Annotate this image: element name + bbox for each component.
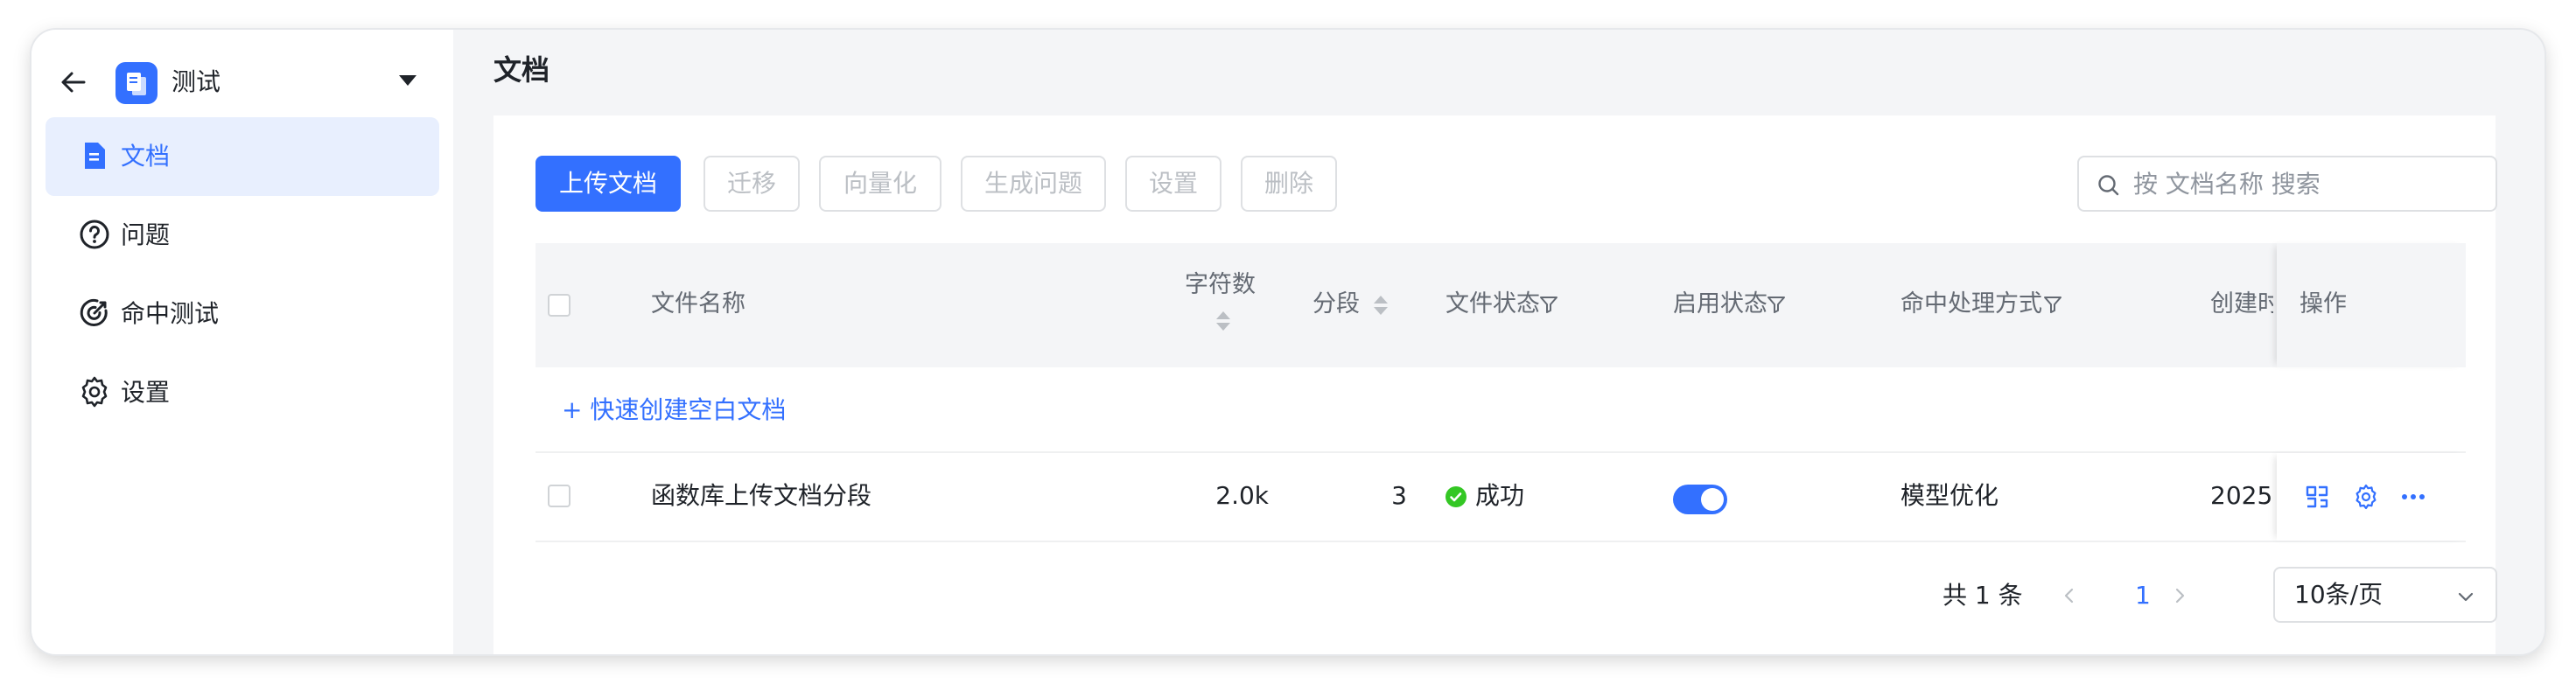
upload-document-button[interactable]: 上传文档 <box>536 156 681 212</box>
table-row: 函数库上传文档分段 2.0k 3 成功 模型优化 2025- <box>536 453 2466 542</box>
column-header-file-status: 文件状态 <box>1446 290 1540 318</box>
vectorize-button[interactable]: 向量化 <box>819 156 942 212</box>
search-icon <box>2098 175 2119 196</box>
column-header-hit-mode: 命中处理方式 <box>1900 290 2042 318</box>
filter-icon[interactable] <box>1766 294 1787 315</box>
enable-toggle[interactable] <box>1673 485 1727 514</box>
main-content: 文档 上传文档 迁移 向量化 生成问题 设置 删除 文件名 <box>453 30 2544 654</box>
sidebar-item-label: 设置 <box>121 378 171 407</box>
file-status-label: 成功 <box>1475 481 1525 510</box>
settings-button[interactable]: 设置 <box>1125 156 1222 212</box>
column-header-chars[interactable]: 字符数 <box>1185 269 1256 301</box>
doc-logo-icon <box>127 73 146 95</box>
search-input[interactable] <box>2133 164 2483 203</box>
delete-button[interactable]: 删除 <box>1241 156 1337 212</box>
ops-column-header: 操作 <box>2277 243 2466 367</box>
page-size-select[interactable]: 10条/页 <box>2273 567 2497 623</box>
hit-mode-value: 模型优化 <box>1900 481 1999 510</box>
chevron-right-icon[interactable] <box>2170 586 2189 605</box>
migrate-button[interactable]: 迁移 <box>704 156 800 212</box>
hit-test-icon <box>80 299 108 326</box>
app-window: 测试 文档 问题 命中测试 设置 文档 上传文档 迁移 向量化 生成问题 设置 … <box>32 30 2544 654</box>
back-arrow-icon[interactable] <box>56 65 91 100</box>
ops-cell <box>2277 453 2466 541</box>
filter-icon[interactable] <box>2042 294 2063 315</box>
char-count: 2.0k <box>1215 481 1269 510</box>
row-checkbox[interactable] <box>548 485 570 507</box>
pagination-total: 共 1 条 <box>1942 581 2023 610</box>
sidebar-item-documents[interactable]: 文档 <box>46 117 439 196</box>
document-name[interactable]: 函数库上传文档分段 <box>651 479 872 513</box>
sidebar-item-questions[interactable]: 问题 <box>46 196 439 275</box>
sidebar-item-hit-test[interactable]: 命中测试 <box>46 275 439 353</box>
sidebar-item-label: 问题 <box>121 220 171 249</box>
sort-asc-icon[interactable] <box>1374 296 1388 304</box>
caret-down-icon[interactable] <box>399 75 416 86</box>
gear-icon[interactable] <box>2352 483 2380 511</box>
select-all-checkbox[interactable] <box>548 294 570 317</box>
gear-icon <box>81 376 108 408</box>
question-icon <box>80 220 109 249</box>
sidebar-nav: 文档 问题 命中测试 设置 <box>46 117 439 432</box>
quick-create-row: + 快速创建空白文档 <box>536 367 2466 453</box>
column-header-name: 文件名称 <box>651 290 746 318</box>
segment-count: 3 <box>1391 481 1407 510</box>
knowledge-base-header: 测试 <box>32 45 453 117</box>
knowledge-base-name: 测试 <box>172 67 221 96</box>
sidebar-item-label: 命中测试 <box>121 299 220 328</box>
page-title: 文档 <box>494 53 550 87</box>
chevron-down-icon <box>2458 592 2474 602</box>
success-check-icon <box>1446 486 1466 507</box>
sort-desc-icon[interactable] <box>1216 323 1230 331</box>
sort-desc-icon[interactable] <box>1374 307 1388 315</box>
generate-questions-button[interactable]: 生成问题 <box>961 156 1106 212</box>
column-header-created: 创建时间 <box>2210 290 2273 318</box>
documents-card: 上传文档 迁移 向量化 生成问题 设置 删除 文件名称 字符数 <box>494 115 2497 654</box>
sort-asc-icon[interactable] <box>1216 311 1230 319</box>
chevron-left-icon[interactable] <box>2060 586 2079 605</box>
filter-icon[interactable] <box>1538 294 1559 315</box>
document-icon <box>85 143 105 169</box>
column-header-enable-status: 启用状态 <box>1673 290 1768 318</box>
created-time: 2025- <box>2210 481 2273 510</box>
column-header-segments[interactable]: 分段 <box>1312 289 1360 320</box>
quick-create-document-link[interactable]: + 快速创建空白文档 <box>562 394 786 427</box>
table-header: 文件名称 字符数 分段 文件状态 启用状态 命中处理方式 创建时 操作 <box>536 243 2466 367</box>
page-size-label: 10条/页 <box>2294 580 2384 609</box>
sidebar: 测试 文档 问题 命中测试 设置 <box>32 30 453 654</box>
column-header-ops: 操作 <box>2300 290 2347 318</box>
pagination-page-1[interactable]: 1 <box>2135 579 2151 612</box>
segment-view-icon[interactable] <box>2303 483 2331 511</box>
sidebar-item-settings[interactable]: 设置 <box>46 353 439 432</box>
knowledge-base-logo <box>116 62 158 104</box>
sidebar-item-label: 文档 <box>121 142 171 171</box>
search-box[interactable] <box>2077 156 2497 212</box>
more-icon[interactable] <box>2399 483 2427 511</box>
